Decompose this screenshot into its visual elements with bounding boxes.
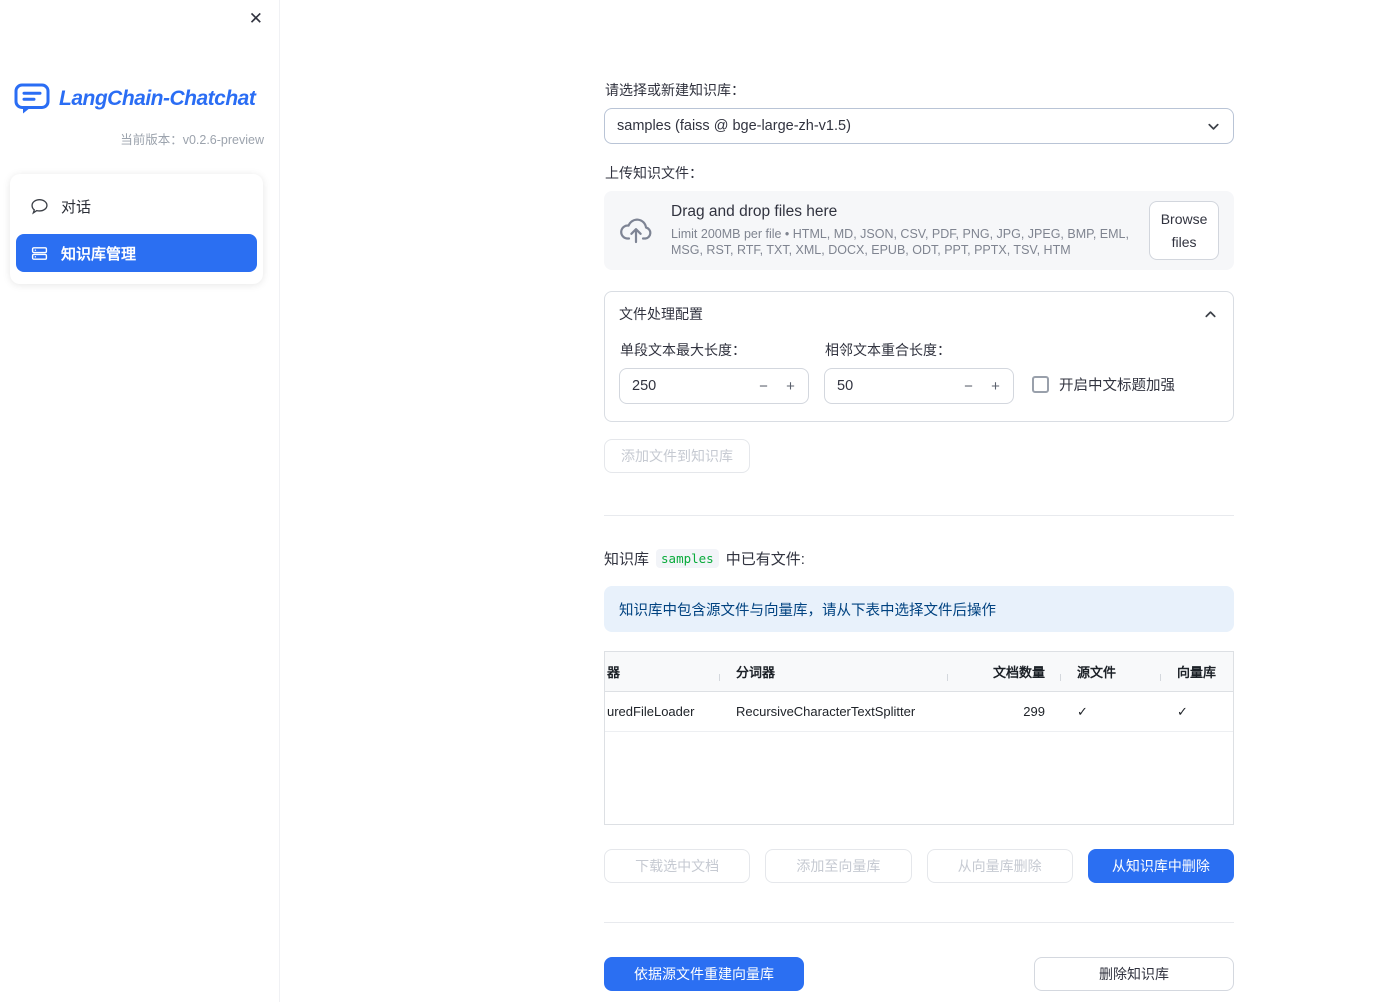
overlap-minus-button[interactable]: − <box>955 371 982 401</box>
sidebar-close-icon[interactable]: ✕ <box>245 6 267 31</box>
chunk-size-input[interactable]: 250 − + <box>619 368 809 404</box>
chat-bubble-icon <box>30 198 48 215</box>
table-row[interactable]: uredFileLoader RecursiveCharacterTextSpl… <box>605 692 1233 732</box>
file-uploader-dropzone[interactable]: Drag and drop files here Limit 200MB per… <box>604 191 1234 270</box>
sidebar: ✕ LangChain-Chatchat 当前版本：v0.2.6-preview… <box>0 0 280 1002</box>
chunk-plus-button[interactable]: + <box>777 371 804 401</box>
cloud-upload-icon <box>618 216 654 245</box>
rebuild-vector-store-button[interactable]: 依据源文件重建向量库 <box>604 957 804 991</box>
menu-item-label: 知识库管理 <box>61 245 137 263</box>
upload-label: 上传知识文件： <box>605 165 703 181</box>
chunk-size-value: 250 <box>632 378 657 394</box>
app-logo-text: LangChain-Chatchat <box>59 86 256 110</box>
overlap-input[interactable]: 50 − + <box>824 368 1014 404</box>
divider <box>604 922 1234 923</box>
add-to-kb-button[interactable]: 添加文件到知识库 <box>604 439 750 473</box>
sidebar-menu: 对话 知识库管理 <box>10 174 263 284</box>
chat-logo-icon <box>13 82 51 115</box>
chunk-size-group: 单段文本最大长度： 250 − + <box>619 340 809 404</box>
cell-vector-store-check: ✓ <box>1177 703 1188 719</box>
main-content: 请选择或新建知识库： samples (faiss @ bge-large-zh… <box>280 0 1380 1002</box>
bottom-action-buttons: 依据源文件重建向量库 删除知识库 <box>604 957 1234 991</box>
cell-doc-count: 299 <box>1023 704 1045 719</box>
dropzone-limit: Limit 200MB per file • HTML, MD, JSON, C… <box>671 226 1129 258</box>
content-column: 请选择或新建知识库： samples (faiss @ bge-large-zh… <box>604 0 1234 991</box>
delete-kb-button[interactable]: 删除知识库 <box>1034 957 1234 991</box>
kb-stack-icon <box>30 245 48 262</box>
kb-select-label: 请选择或新建知识库： <box>605 82 745 98</box>
info-alert: 知识库中包含源文件与向量库，请从下表中选择文件后操作 <box>604 586 1234 632</box>
expander-body: 单段文本最大长度： 250 − + 相邻文本重合长度： 50 − + 开启中文标… <box>605 332 1233 421</box>
file-config-expander: 文件处理配置 单段文本最大长度： 250 − + 相邻文本重合长度： 50 − … <box>604 291 1234 422</box>
expander-title: 文件处理配置 <box>619 306 703 322</box>
kb-files-suffix: 中已有文件: <box>725 551 805 568</box>
sidebar-item-kb-management[interactable]: 知识库管理 <box>16 234 257 272</box>
kb-files-table[interactable]: 器 分词器 文档数量 源文件 向量库 uredFileLoader Recurs… <box>604 651 1234 825</box>
kb-selectbox-value: samples (faiss @ bge-large-zh-v1.5) <box>617 118 851 134</box>
divider <box>604 515 1234 516</box>
table-header-source-file[interactable]: 源文件 <box>1061 662 1161 681</box>
checkbox-icon[interactable] <box>1032 376 1049 393</box>
add-to-vector-store-button[interactable]: 添加至向量库 <box>765 849 912 883</box>
table-header-doc-count[interactable]: 文档数量 <box>948 662 1061 681</box>
chevron-down-icon <box>1206 119 1221 134</box>
delete-from-kb-button[interactable]: 从知识库中删除 <box>1087 849 1234 883</box>
sidebar-item-dialogue[interactable]: 对话 <box>16 186 257 226</box>
cell-source-file-check: ✓ <box>1077 703 1088 719</box>
overlap-value: 50 <box>837 378 854 394</box>
chevron-up-icon <box>1203 307 1218 322</box>
zh-title-label: 开启中文标题加强 <box>1059 378 1175 394</box>
cell-loader: uredFileLoader <box>607 704 695 719</box>
expander-header[interactable]: 文件处理配置 <box>605 292 1233 332</box>
overlap-label: 相邻文本重合长度： <box>825 342 951 358</box>
overlap-group: 相邻文本重合长度： 50 − + <box>824 340 1014 404</box>
table-header-vector-store[interactable]: 向量库 <box>1161 662 1233 681</box>
browse-files-button[interactable]: Browse files <box>1149 201 1219 260</box>
chunk-minus-button[interactable]: − <box>750 371 777 401</box>
delete-from-vector-store-button[interactable]: 从向量库删除 <box>926 849 1073 883</box>
overlap-plus-button[interactable]: + <box>982 371 1009 401</box>
version-label: 当前版本：v0.2.6-preview <box>120 133 264 147</box>
cell-splitter: RecursiveCharacterTextSplitter <box>736 704 916 719</box>
kb-files-prefix: 知识库 <box>604 551 650 568</box>
table-action-buttons: 下载选中文档 添加至向量库 从向量库删除 从知识库中删除 <box>604 849 1234 883</box>
table-header-row: 器 分词器 文档数量 源文件 向量库 <box>605 652 1233 692</box>
app-logo: LangChain-Chatchat <box>13 82 279 115</box>
kb-files-heading: 知识库 samples 中已有文件: <box>604 548 1234 569</box>
table-header-loader[interactable]: 器 <box>605 662 720 681</box>
menu-item-label: 对话 <box>61 198 92 216</box>
table-header-splitter[interactable]: 分词器 <box>720 662 948 681</box>
kb-selectbox[interactable]: samples (faiss @ bge-large-zh-v1.5) <box>604 108 1234 144</box>
chunk-size-label: 单段文本最大长度： <box>620 342 746 358</box>
dropzone-title: Drag and drop files here <box>671 202 838 220</box>
kb-name-code: samples <box>656 549 719 568</box>
zh-title-checkbox-row[interactable]: 开启中文标题加强 <box>1032 374 1175 395</box>
dropzone-text: Drag and drop files here Limit 200MB per… <box>671 203 1132 259</box>
download-selected-button[interactable]: 下载选中文档 <box>604 849 751 883</box>
